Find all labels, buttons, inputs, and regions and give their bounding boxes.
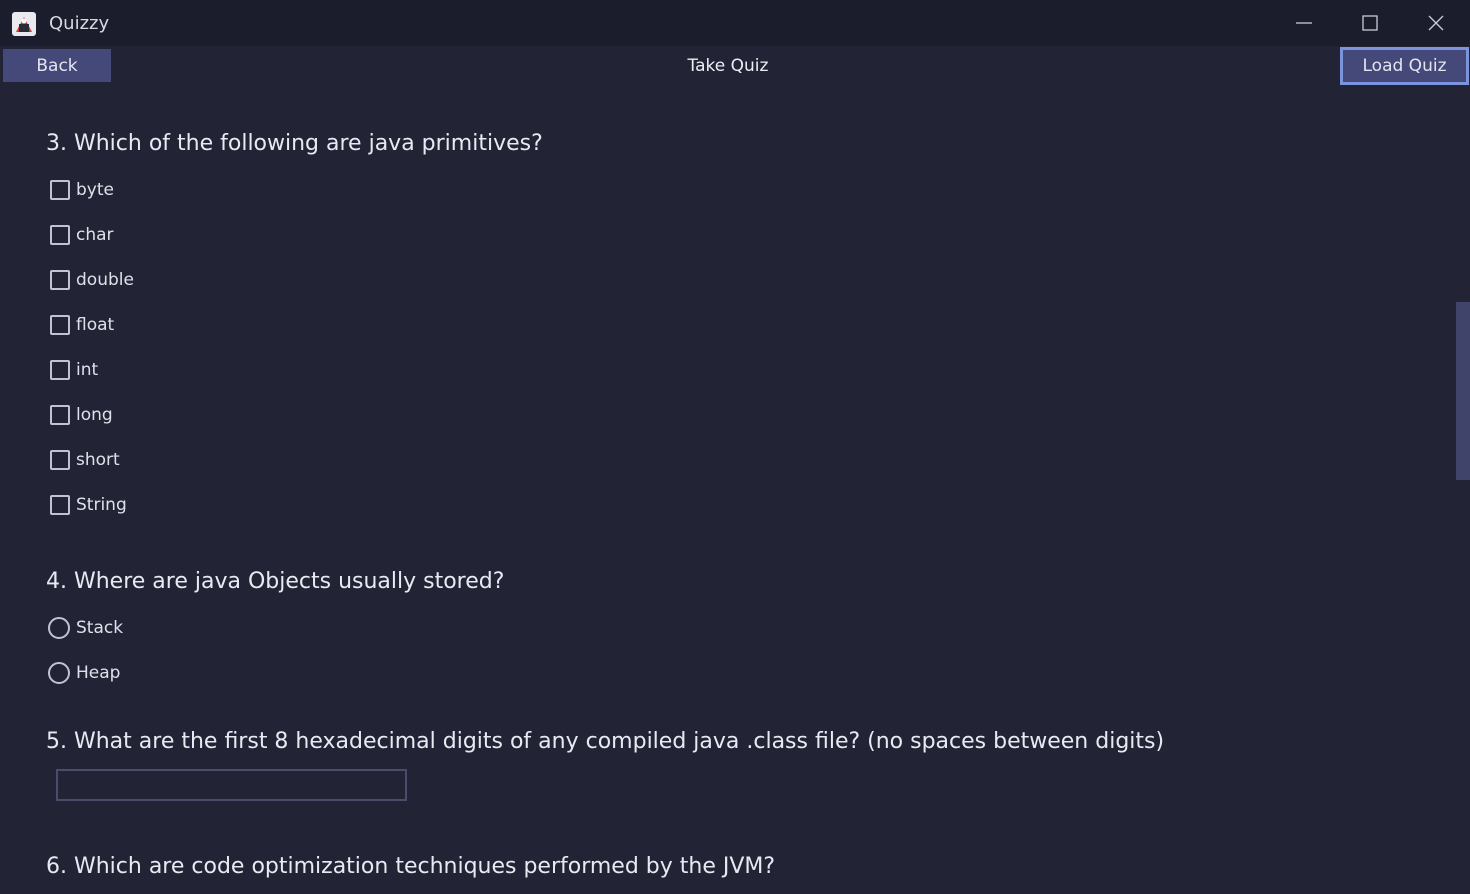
option-label: float — [76, 315, 115, 335]
close-button[interactable] — [1403, 0, 1469, 46]
close-icon — [1428, 15, 1444, 31]
option-double[interactable]: double — [48, 267, 134, 293]
checkbox[interactable] — [50, 450, 70, 470]
answer-text-field[interactable] — [56, 769, 407, 801]
option-label: String — [76, 495, 127, 515]
checkbox[interactable] — [50, 495, 70, 515]
option-float[interactable]: float — [48, 312, 114, 338]
option-label: double — [76, 270, 134, 290]
quiz-content: 3. Which of the following are java primi… — [0, 88, 1456, 894]
checkbox[interactable] — [50, 180, 70, 200]
toolbar: Back Take Quiz Load Quiz — [0, 46, 1470, 88]
option-short[interactable]: short — [48, 447, 120, 473]
question-title: 6. Which are code optimization technique… — [46, 854, 776, 879]
option-label: short — [76, 450, 120, 470]
option-stack[interactable]: Stack — [48, 615, 123, 641]
checkbox[interactable] — [50, 405, 70, 425]
checkbox[interactable] — [50, 270, 70, 290]
option-label: int — [76, 360, 99, 380]
checkbox[interactable] — [50, 315, 70, 335]
scrollbar-thumb[interactable] — [1456, 302, 1470, 480]
option-byte[interactable]: byte — [48, 177, 114, 203]
checkbox[interactable] — [50, 360, 70, 380]
maximize-icon — [1362, 15, 1378, 31]
option-int[interactable]: int — [48, 357, 98, 383]
option-long[interactable]: long — [48, 402, 113, 428]
maximize-button[interactable] — [1337, 0, 1403, 46]
scrollbar-track[interactable] — [1456, 88, 1470, 894]
title-bar: Quizzy — [0, 0, 1470, 46]
option-label: byte — [76, 180, 114, 200]
question-title: 5. What are the first 8 hexadecimal digi… — [46, 729, 1165, 754]
option-heap[interactable]: Heap — [48, 660, 120, 686]
load-quiz-button[interactable]: Load Quiz — [1340, 47, 1469, 85]
option-char[interactable]: char — [48, 222, 114, 248]
option-label: Heap — [76, 663, 121, 683]
app-logo-icon — [12, 12, 36, 36]
page-title: Take Quiz — [687, 56, 769, 76]
window-title: Quizzy — [49, 13, 110, 34]
minimize-icon — [1296, 22, 1312, 24]
option-label: char — [76, 225, 114, 245]
minimize-button[interactable] — [1271, 0, 1337, 46]
radio-button[interactable] — [48, 662, 70, 684]
option-label: Stack — [76, 618, 124, 638]
option-label: long — [76, 405, 113, 425]
question-title: 3. Which of the following are java primi… — [46, 131, 543, 156]
checkbox[interactable] — [50, 225, 70, 245]
radio-button[interactable] — [48, 617, 70, 639]
question-title: 4. Where are java Objects usually stored… — [46, 569, 505, 594]
option-string[interactable]: String — [48, 492, 127, 518]
